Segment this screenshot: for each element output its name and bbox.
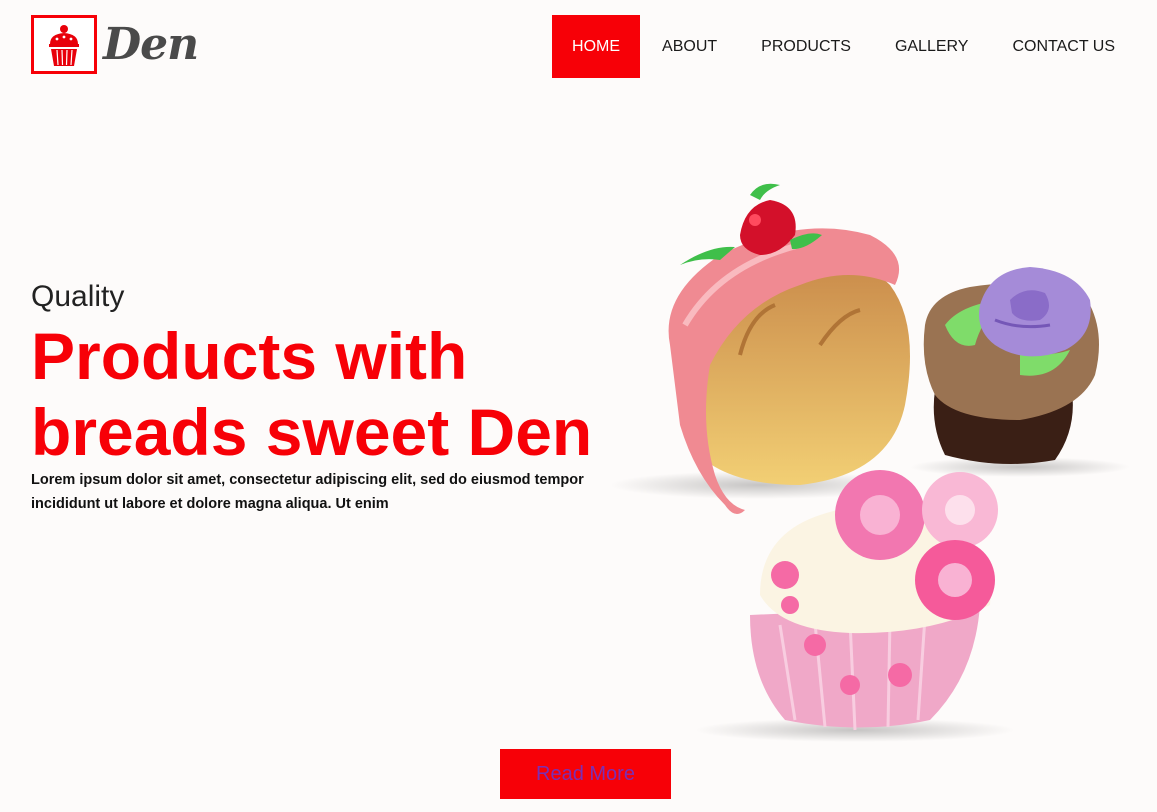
page: Den HOME ABOUT PRODUCTS GALLERY CONTACT … [0, 0, 1157, 812]
cupcakes-image [600, 175, 1140, 755]
brand-logo[interactable]: Den [31, 15, 199, 74]
nav-item-products[interactable]: PRODUCTS [739, 15, 873, 78]
nav-item-contact-us[interactable]: CONTACT US [990, 15, 1137, 78]
chocolate-cupcake [923, 267, 1099, 464]
brand-name: Den [103, 19, 199, 70]
nav-item-gallery[interactable]: GALLERY [873, 15, 991, 78]
nav-item-home[interactable]: HOME [552, 15, 641, 78]
read-more-button[interactable]: Read More [500, 749, 671, 799]
cupcake-icon [31, 15, 97, 74]
pink-glazed-cupcake [668, 183, 910, 515]
main-nav: HOME ABOUT PRODUCTS GALLERY CONTACT US [552, 15, 1137, 78]
hero-subtitle: Quality [31, 280, 125, 313]
nav-item-about[interactable]: ABOUT [640, 15, 739, 78]
hero-title: Products with breads sweet Den [31, 319, 593, 469]
pink-rose-cupcake [750, 470, 998, 731]
hero-description: Lorem ipsum dolor sit amet, consectetur … [31, 472, 584, 512]
